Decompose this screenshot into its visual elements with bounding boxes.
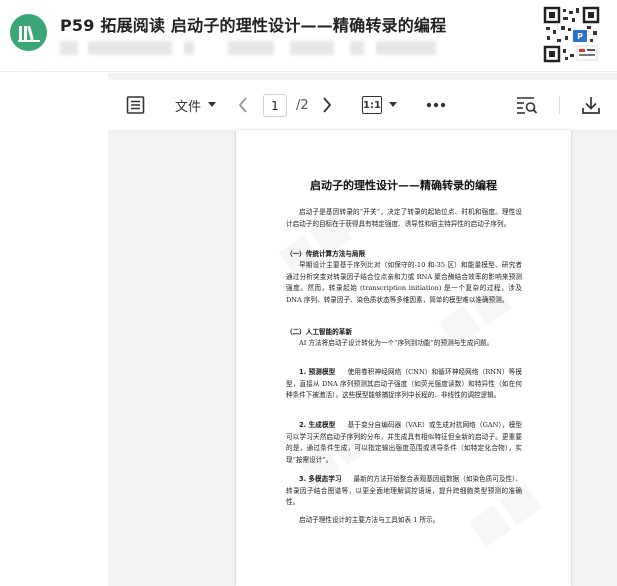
section-paragraph: AI 方法将启动子设计转化为一个“序列到功能”的预测与生成问题。 xyxy=(299,339,494,347)
caret-down-icon xyxy=(208,102,217,107)
file-menu-label: 文件 xyxy=(175,99,202,115)
section-heading: （二）人工智能的革新 xyxy=(286,328,352,336)
chevron-left-icon xyxy=(238,97,247,113)
intro-paragraph: 启动子是基因转录的“开关”，决定了转录的起始位点、时机和强度。理性设计启动子的目… xyxy=(286,208,522,228)
closing-paragraph: 启动子理性设计的主要方法与工具如表 1 所示。 xyxy=(299,516,440,524)
zoom-menu-button[interactable]: 1:1 xyxy=(362,80,398,130)
list-item: 2. 生成模型 基于变分自编码器（VAE）或生成对抗网络（GAN），模型可以学习… xyxy=(286,420,522,467)
list-item-label: 1. 预测模型 xyxy=(299,368,336,376)
outline-button[interactable] xyxy=(126,80,146,130)
page-heading: 启动子的理性设计——精确转录的编程 xyxy=(310,179,497,192)
chevron-right-icon xyxy=(323,97,332,113)
left-gutter xyxy=(0,73,108,586)
section-paragraph: 早期设计主要基于序列比对（如保守的-10 和-35 区）和能量模型、研究者通过分… xyxy=(286,261,522,305)
total-pages: /2 xyxy=(296,97,309,113)
app-header: P59 拓展阅读 启动子的理性设计——精确转录的编程 P xyxy=(0,0,617,72)
search-lines-icon xyxy=(517,97,538,114)
toolbar-divider xyxy=(559,96,560,114)
pdf-page[interactable]: ■■ ■■ ■■ ■■ 启动子的理性设计——精确转录的编程 启动子是基因转录的“… xyxy=(236,130,571,586)
more-options-button[interactable] xyxy=(426,80,446,130)
list-item-label: 3. 多模态学习 xyxy=(299,475,342,483)
caret-down-icon xyxy=(389,102,397,107)
app-logo-icon[interactable] xyxy=(10,14,47,51)
document-title: P59 拓展阅读 启动子的理性设计——精确转录的编程 xyxy=(60,16,447,35)
more-horizontal-icon xyxy=(426,102,446,108)
file-menu-button[interactable]: 文件 xyxy=(175,80,217,130)
download-button[interactable] xyxy=(582,80,600,130)
prev-page-button[interactable] xyxy=(238,80,248,130)
section-heading: （一）传统计算方法与局限 xyxy=(286,250,366,258)
download-icon xyxy=(582,97,600,114)
list-item: 3. 多模态学习 最新的方法开始整合表观基因组数据（如染色质可及性）、转录因子结… xyxy=(286,474,522,509)
pdf-toolbar: 文件 1 /2 1:1 xyxy=(108,80,617,130)
svg-text:P: P xyxy=(577,32,583,41)
qr-code-icon[interactable]: P xyxy=(543,6,600,63)
zoom-ratio-icon: 1:1 xyxy=(362,96,382,114)
search-text-button[interactable] xyxy=(516,80,538,130)
document-meta xyxy=(60,41,520,55)
list-item-label: 2. 生成模型 xyxy=(299,421,336,429)
outline-icon xyxy=(126,96,145,114)
current-page-input[interactable]: 1 xyxy=(263,94,287,117)
next-page-button[interactable] xyxy=(322,80,332,130)
list-item: 1. 预测模型 使用卷积神经网络（CNN）和循环神经网络（RNN）等模型，直接从… xyxy=(286,367,522,402)
